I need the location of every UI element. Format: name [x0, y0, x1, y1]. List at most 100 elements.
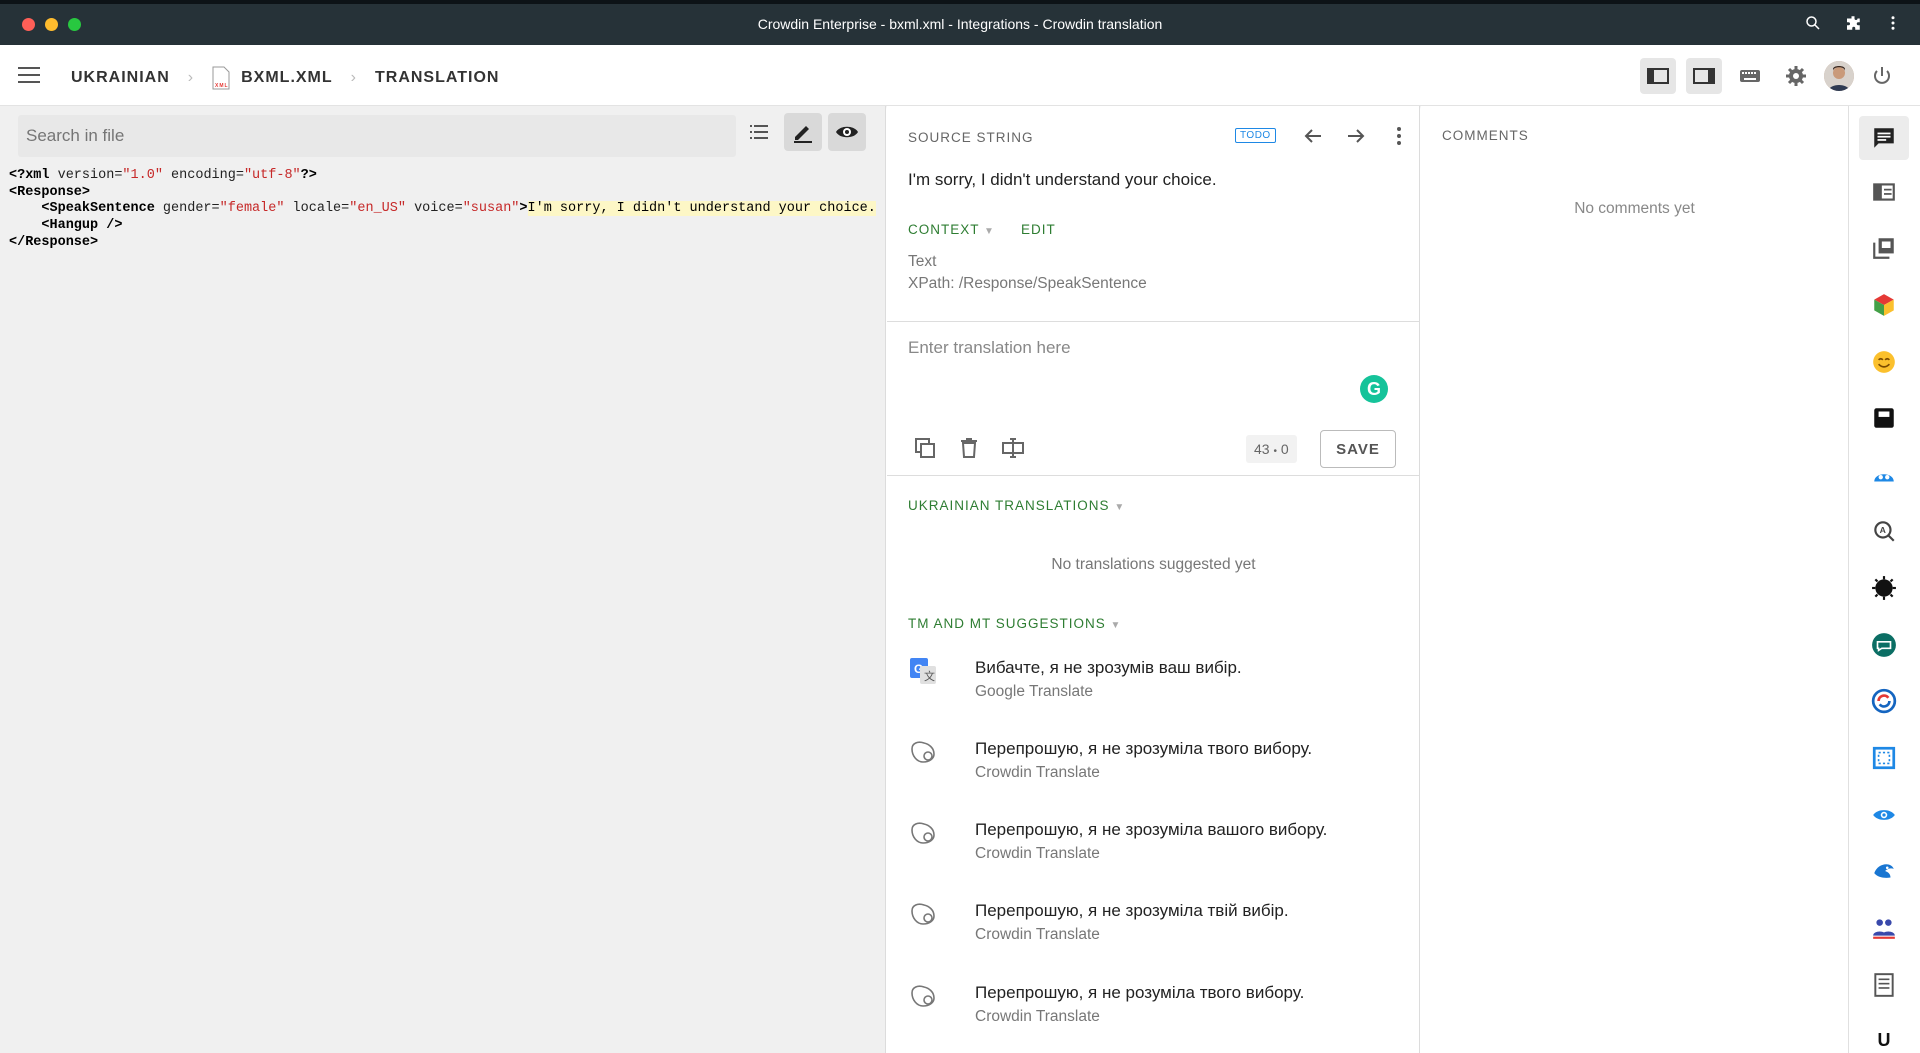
code-line-4: <Hangup /> — [41, 218, 123, 234]
emoji-icon — [1873, 351, 1895, 373]
suggestion-item[interactable]: Перепрошую, я не зрозуміла твій вибір. C… — [908, 899, 1408, 959]
sidebar-item-emoji-app[interactable] — [1859, 340, 1909, 384]
sidebar-item-glossary[interactable] — [1859, 170, 1909, 214]
sidebar-item-chat-app[interactable] — [1859, 623, 1909, 667]
left-panel-toggle-button[interactable] — [1640, 58, 1676, 94]
titlebar-actions — [1804, 14, 1902, 32]
eye-icon — [1873, 810, 1895, 820]
team-icon — [1873, 919, 1895, 939]
translate-app-icon — [1874, 474, 1894, 482]
breadcrumb-language[interactable]: UKRAINIAN — [71, 69, 170, 87]
avatar[interactable] — [1824, 61, 1854, 91]
sidebar-item-sync-app[interactable] — [1859, 679, 1909, 723]
gear-icon — [1786, 66, 1806, 86]
sidebar-item-screenshot-app[interactable] — [1859, 736, 1909, 780]
preview-mode-toggles — [740, 113, 866, 151]
ukrainian-translations-toggle[interactable]: UKRAINIAN TRANSLATIONS ▼ — [908, 498, 1125, 513]
character-counter: 43 • 0 — [1246, 435, 1297, 463]
logout-button[interactable] — [1864, 58, 1900, 94]
suggestion-item[interactable]: Перепрошую, я не зрозуміла твого вибору.… — [908, 737, 1408, 797]
crowdin-translate-icon — [911, 741, 935, 763]
sidebar-item-team-app[interactable] — [1859, 906, 1909, 950]
apps-sidebar: A U — [1848, 106, 1920, 1053]
sidebar-item-app-cube[interactable] — [1859, 283, 1909, 327]
chat-icon — [1872, 633, 1896, 657]
settings-button[interactable] — [1778, 58, 1814, 94]
divider — [887, 475, 1420, 476]
glossary-icon — [1873, 183, 1895, 201]
menu-icon[interactable] — [18, 65, 42, 85]
code-line-2: <Response> — [9, 184, 91, 200]
sidebar-item-preview-app[interactable] — [1859, 793, 1909, 837]
pencil-icon — [794, 126, 812, 143]
sidebar-item-comments[interactable] — [1859, 116, 1909, 160]
text-cursor-icon[interactable] — [1001, 436, 1025, 460]
copy-source-icon[interactable] — [913, 436, 937, 460]
no-comments-message: No comments yet — [1574, 200, 1695, 217]
edit-view-button[interactable] — [784, 113, 822, 151]
translation-input[interactable]: Enter translation here — [908, 338, 1071, 358]
sidebar-item-qa-app[interactable]: A — [1859, 509, 1909, 553]
sidebar-item-bookmark-app[interactable] — [1859, 396, 1909, 440]
extensions-icon[interactable] — [1844, 14, 1862, 32]
code-line-5: </Response> — [9, 234, 99, 250]
xml-code-view: <?xml version="1.0" encoding="utf-8"?> <R… — [9, 168, 886, 252]
window-title: Crowdin Enterprise - bxml.xml - Integrat… — [757, 16, 1163, 32]
search-icon[interactable] — [1804, 14, 1822, 32]
qa-check-icon: A — [1874, 521, 1895, 542]
save-button[interactable]: SAVE — [1320, 430, 1396, 468]
sidebar-item-u-app[interactable]: U — [1859, 1018, 1909, 1053]
search-in-file-input[interactable] — [18, 115, 736, 157]
suggestion-item[interactable]: Перепрошую, я не розуміла твого вибору. … — [908, 981, 1408, 1041]
sync-icon — [1871, 688, 1897, 714]
comments-panel: COMMENTS No comments yet — [1421, 106, 1848, 1053]
suggestion-item[interactable]: Перепрошую, я не зрозуміла вашого вибору… — [908, 818, 1408, 878]
more-vertical-icon[interactable] — [1884, 14, 1902, 32]
trash-icon[interactable] — [957, 436, 981, 460]
selected-string-highlight[interactable]: I'm sorry, I didn't understand your choi… — [527, 201, 876, 217]
list-view-button[interactable] — [740, 113, 778, 151]
app-window: Crowdin Enterprise - bxml.xml - Integrat… — [0, 0, 1920, 1053]
bug-icon — [1872, 576, 1896, 600]
google-translate-icon: G文 — [910, 658, 936, 684]
grammarly-icon[interactable]: G — [1360, 375, 1388, 403]
breadcrumb-mode[interactable]: TRANSLATION — [375, 69, 499, 87]
more-vertical-icon[interactable] — [1387, 124, 1411, 148]
translation-tools — [913, 436, 1025, 460]
arrow-left-icon[interactable] — [1301, 124, 1325, 148]
sidebar-item-tm[interactable] — [1859, 226, 1909, 270]
no-translations-message: No translations suggested yet — [1051, 556, 1256, 573]
toolbar-actions — [1640, 58, 1900, 94]
preview-view-button[interactable] — [828, 113, 866, 151]
chevron-right-icon: › — [350, 69, 357, 86]
breadcrumb-file[interactable]: BXML.XML — [241, 69, 333, 87]
right-panel-toggle-button[interactable] — [1686, 58, 1722, 94]
sidebar-item-bird-app[interactable] — [1859, 849, 1909, 893]
svg-text:A: A — [1880, 525, 1887, 535]
edit-context-link[interactable]: EDIT — [1021, 222, 1056, 237]
comment-icon — [1874, 128, 1894, 148]
caret-down-icon: ▼ — [1114, 502, 1126, 513]
caret-down-icon: ▼ — [984, 226, 995, 237]
window-titlebar: Crowdin Enterprise - bxml.xml - Integrat… — [0, 0, 1920, 45]
context-toggle[interactable]: CONTEXT ▼ — [908, 222, 995, 237]
sidebar-item-deepl-app[interactable] — [1859, 453, 1909, 497]
arrow-right-icon[interactable] — [1344, 124, 1368, 148]
left-panel-icon — [1647, 68, 1669, 84]
code-line-3: <SpeakSentence gender="female" locale="e… — [41, 201, 876, 217]
sidebar-item-document-app[interactable] — [1859, 963, 1909, 1007]
source-string-header: SOURCE STRING TODO — [908, 124, 1408, 154]
context-details: Text XPath: /Response/SpeakSentence — [908, 251, 1147, 295]
comments-label: COMMENTS — [1442, 128, 1529, 143]
translation-panel: SOURCE STRING TODO I'm sorry, I didn't u… — [887, 106, 1420, 1053]
right-panel-icon — [1693, 68, 1715, 84]
screenshot-icon — [1872, 746, 1896, 770]
sidebar-item-bug-app[interactable] — [1859, 566, 1909, 610]
keyboard-button[interactable] — [1732, 58, 1768, 94]
suggestion-item[interactable]: G文 Вибачте, я не зрозумів ваш вибір. Goo… — [908, 656, 1408, 716]
chevron-right-icon: › — [187, 69, 195, 86]
document-icon — [1874, 973, 1894, 997]
breadcrumb: UKRAINIAN › XML BXML.XML › TRANSLATION — [71, 66, 499, 90]
list-icon — [750, 125, 768, 139]
tm-mt-suggestions-toggle[interactable]: TM AND MT SUGGESTIONS ▼ — [908, 616, 1121, 631]
